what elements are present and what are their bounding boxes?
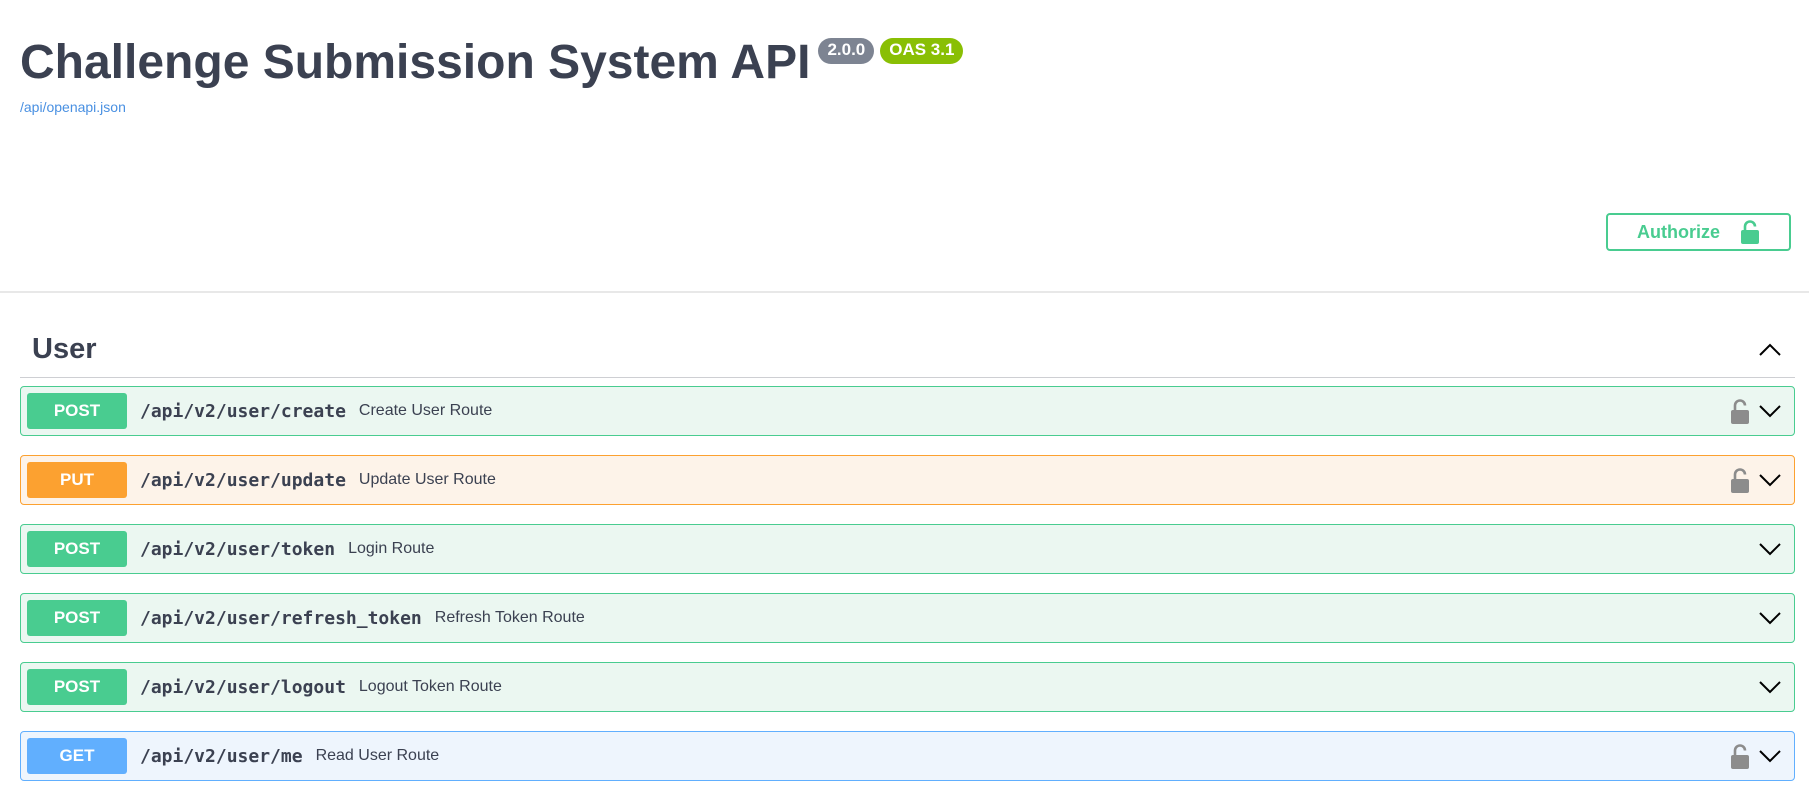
method-badge: POST (27, 393, 127, 429)
user-section: User POST/api/v2/user/create Create User … (20, 322, 1795, 781)
operation-path: /api/v2/user/create (140, 400, 346, 422)
swagger-page: Challenge Submission System API 2.0.0 OA… (0, 0, 1809, 799)
operation-path: /api/v2/user/refresh_token (140, 607, 422, 629)
method-badge: POST (27, 669, 127, 705)
operation-row-put[interactable]: PUT/api/v2/user/update Update User Route (20, 455, 1795, 505)
operation-controls (1758, 594, 1782, 642)
chevron-down-icon[interactable] (1758, 606, 1782, 630)
operation-path: /api/v2/user/me (140, 745, 303, 767)
header-divider (0, 291, 1809, 293)
method-badge: POST (27, 600, 127, 636)
operation-row-post[interactable]: POST/api/v2/user/create Create User Route (20, 386, 1795, 436)
operation-summary: Update User Route (358, 471, 496, 488)
version-badge: 2.0.0 (818, 38, 875, 64)
operation-summary: Logout Token Route (358, 678, 502, 695)
operations-list: POST/api/v2/user/create Create User Route… (20, 386, 1795, 781)
operation-controls (1758, 525, 1782, 573)
section-header[interactable]: User (20, 322, 1795, 378)
oas-badge: OAS 3.1 (880, 38, 964, 64)
lock-icon[interactable] (1730, 467, 1750, 493)
operation-controls (1758, 663, 1782, 711)
operation-path: /api/v2/user/logout (140, 676, 346, 698)
lock-icon[interactable] (1730, 743, 1750, 769)
chevron-down-icon[interactable] (1758, 537, 1782, 561)
chevron-down-icon[interactable] (1758, 468, 1782, 492)
authorize-label: Authorize (1637, 221, 1720, 242)
operation-row-post[interactable]: POST/api/v2/user/token Login Route (20, 524, 1795, 574)
chevron-up-icon[interactable] (1755, 335, 1785, 365)
operation-controls (1730, 732, 1782, 780)
operation-summary: Create User Route (358, 402, 493, 419)
lock-icon[interactable] (1730, 398, 1750, 424)
method-badge: PUT (27, 462, 127, 498)
section-title: User (32, 333, 97, 365)
operation-row-post[interactable]: POST/api/v2/user/logout Logout Token Rout… (20, 662, 1795, 712)
operation-summary: Login Route (348, 540, 435, 557)
operation-row-post[interactable]: POST/api/v2/user/refresh_token Refresh To… (20, 593, 1795, 643)
chevron-down-icon[interactable] (1758, 744, 1782, 768)
operation-path: /api/v2/user/token (140, 538, 336, 560)
operation-summary: Refresh Token Route (434, 609, 585, 626)
operation-summary: Read User Route (315, 747, 440, 764)
authorize-button[interactable]: Authorize (1606, 213, 1791, 251)
operation-row-get[interactable]: GET/api/v2/user/me Read User Route (20, 731, 1795, 781)
openapi-spec-link[interactable]: /api/openapi.json (20, 99, 963, 115)
chevron-down-icon[interactable] (1758, 399, 1782, 423)
unlock-icon (1741, 220, 1759, 244)
page-title: Challenge Submission System API (20, 36, 811, 89)
operation-controls (1730, 456, 1782, 504)
operation-controls (1730, 387, 1782, 435)
operation-path: /api/v2/user/update (140, 469, 346, 491)
method-badge: GET (27, 738, 127, 774)
api-info: Challenge Submission System API 2.0.0 OA… (20, 30, 964, 115)
title-row: Challenge Submission System API 2.0.0 OA… (20, 30, 964, 96)
method-badge: POST (27, 531, 127, 567)
chevron-down-icon[interactable] (1758, 675, 1782, 699)
